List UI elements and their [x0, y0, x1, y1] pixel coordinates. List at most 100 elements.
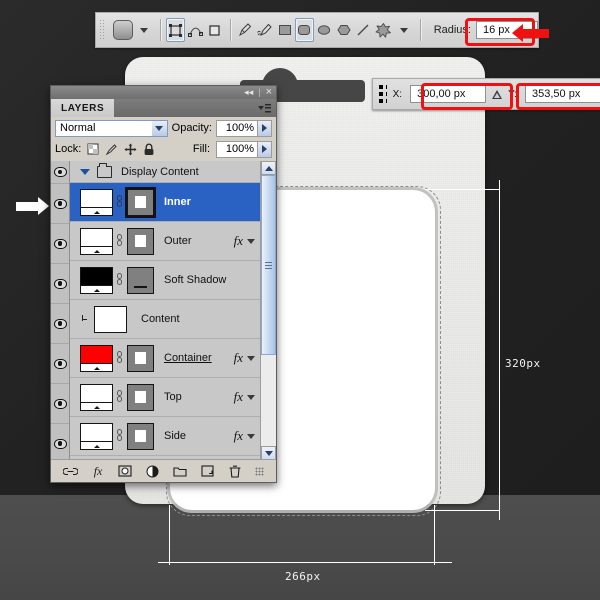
table-row[interactable]: Soft Shadow — [70, 261, 260, 300]
visibility-toggle[interactable] — [51, 184, 69, 224]
link-layers-button[interactable] — [63, 464, 78, 478]
collapse-icon[interactable]: ◂◂ — [244, 88, 253, 97]
polygon-icon — [336, 22, 352, 38]
new-layer-button[interactable] — [200, 464, 215, 478]
x-input[interactable]: 300,00 px — [410, 85, 486, 103]
lock-transparency-icon[interactable] — [87, 143, 99, 155]
link-mask-icon[interactable] — [116, 234, 124, 248]
link-mask-icon[interactable] — [116, 429, 124, 443]
fill-slider-button[interactable] — [258, 141, 272, 158]
link-mask-icon[interactable] — [116, 273, 124, 287]
table-row[interactable]: Top fx — [70, 378, 260, 417]
effects-chevron-down-icon[interactable] — [247, 239, 255, 244]
panel-title-bar[interactable]: ◂◂ | × — [51, 86, 276, 99]
visibility-toggle[interactable] — [51, 344, 69, 384]
layer-effects-fx-icon[interactable]: fx — [234, 428, 243, 444]
link-mask-icon[interactable] — [116, 195, 124, 209]
custom-shape-chevron-down-icon[interactable] — [400, 28, 408, 33]
visibility-toggle[interactable] — [51, 264, 69, 304]
layers-scrollbar[interactable] — [260, 161, 276, 460]
close-icon[interactable]: × — [266, 88, 272, 97]
opacity-control[interactable]: 100% — [216, 120, 272, 137]
fill-control[interactable]: 100% — [216, 141, 272, 158]
visibility-toggle-group[interactable] — [51, 161, 69, 184]
lock-position-icon[interactable] — [124, 143, 137, 156]
tool-preset-chevron-down-icon[interactable] — [140, 28, 148, 33]
layer-effects-fx-icon[interactable]: fx — [234, 233, 243, 249]
layer-thumbnail[interactable] — [80, 228, 113, 255]
rounded-rectangle-tool[interactable] — [295, 18, 315, 42]
layer-mask-thumbnail[interactable] — [127, 228, 154, 255]
pen-tool[interactable] — [236, 18, 256, 42]
fill-pixels-button[interactable] — [205, 18, 225, 42]
blend-mode-row: Normal Opacity: 100% — [51, 117, 276, 139]
layer-effects-fx-icon[interactable]: fx — [234, 350, 243, 366]
panel-menu-area — [114, 99, 276, 117]
layer-effects-fx-icon[interactable]: fx — [234, 389, 243, 405]
options-bar-grip[interactable] — [99, 19, 106, 41]
line-tool[interactable] — [354, 18, 374, 42]
add-layer-style-button[interactable]: fx — [91, 464, 106, 478]
shape-layers-icon — [168, 23, 183, 38]
layer-mask-thumbnail[interactable] — [127, 423, 154, 450]
paths-button[interactable] — [185, 18, 205, 42]
custom-shape-tool[interactable] — [373, 18, 393, 42]
scrollbar-thumb[interactable] — [261, 175, 276, 355]
shape-layers-button[interactable] — [166, 18, 186, 42]
effects-chevron-down-icon[interactable] — [247, 434, 255, 439]
freeform-pen-tool[interactable] — [255, 18, 275, 42]
blend-mode-chevron-down-icon[interactable] — [152, 121, 167, 136]
panel-resize-handle[interactable] — [255, 467, 264, 476]
layer-mask-thumbnail[interactable] — [127, 345, 154, 372]
reference-point-icon[interactable] — [379, 85, 387, 103]
group-expand-chevron-icon[interactable] — [80, 169, 90, 175]
rounded-rectangle-icon — [296, 22, 312, 38]
visibility-toggle[interactable] — [51, 224, 69, 264]
visibility-toggle[interactable] — [51, 424, 69, 464]
table-row[interactable]: Side fx — [70, 417, 260, 456]
layer-thumbnail[interactable] — [80, 345, 113, 372]
blend-mode-select[interactable]: Normal — [55, 120, 168, 137]
layer-thumbnail[interactable] — [94, 306, 127, 333]
link-mask-icon[interactable] — [116, 351, 124, 365]
table-row[interactable]: Content — [70, 300, 260, 339]
opacity-input[interactable]: 100% — [216, 120, 258, 137]
polygon-tool[interactable] — [334, 18, 354, 42]
effects-chevron-down-icon[interactable] — [247, 356, 255, 361]
layer-mask-thumbnail[interactable] — [127, 384, 154, 411]
rectangle-tool[interactable] — [275, 18, 295, 42]
scroll-down-button[interactable] — [261, 446, 276, 460]
layer-mask-thumbnail[interactable] — [127, 267, 154, 294]
layer-name: Container — [164, 352, 212, 364]
table-row[interactable]: Inner — [70, 183, 260, 222]
link-mask-icon[interactable] — [116, 390, 124, 404]
panel-menu-button[interactable] — [258, 104, 271, 113]
add-layer-mask-button[interactable] — [118, 464, 133, 478]
scroll-up-button[interactable] — [261, 161, 276, 175]
layer-thumbnail[interactable] — [80, 267, 113, 294]
layer-group-row[interactable]: Display Content — [70, 161, 260, 183]
ellipse-tool[interactable] — [314, 18, 334, 42]
rounded-rectangle-tool-preset-icon[interactable] — [113, 20, 133, 40]
tab-layers[interactable]: LAYERS — [51, 99, 114, 117]
layer-thumbnail[interactable] — [80, 189, 113, 216]
fill-input[interactable]: 100% — [216, 141, 258, 158]
delete-layer-button[interactable] — [227, 464, 242, 478]
lock-image-icon[interactable] — [105, 143, 118, 156]
y-input[interactable]: 353,50 px — [525, 85, 600, 103]
opacity-slider-button[interactable] — [258, 120, 272, 137]
lock-all-icon[interactable] — [143, 143, 155, 156]
effects-chevron-down-icon[interactable] — [247, 395, 255, 400]
layer-mask-thumbnail[interactable] — [127, 189, 154, 216]
new-adjustment-layer-button[interactable] — [145, 464, 160, 478]
measurement-height-label: 320px — [505, 357, 541, 370]
table-row[interactable]: Outer fx — [70, 222, 260, 261]
layer-thumbnail[interactable] — [80, 384, 113, 411]
divider — [160, 19, 161, 41]
visibility-toggle[interactable] — [51, 304, 69, 344]
visibility-toggle[interactable] — [51, 384, 69, 424]
table-row[interactable]: Container fx — [70, 339, 260, 378]
new-group-button[interactable] — [173, 464, 188, 478]
layer-thumbnail[interactable] — [80, 423, 113, 450]
divider — [420, 19, 421, 41]
